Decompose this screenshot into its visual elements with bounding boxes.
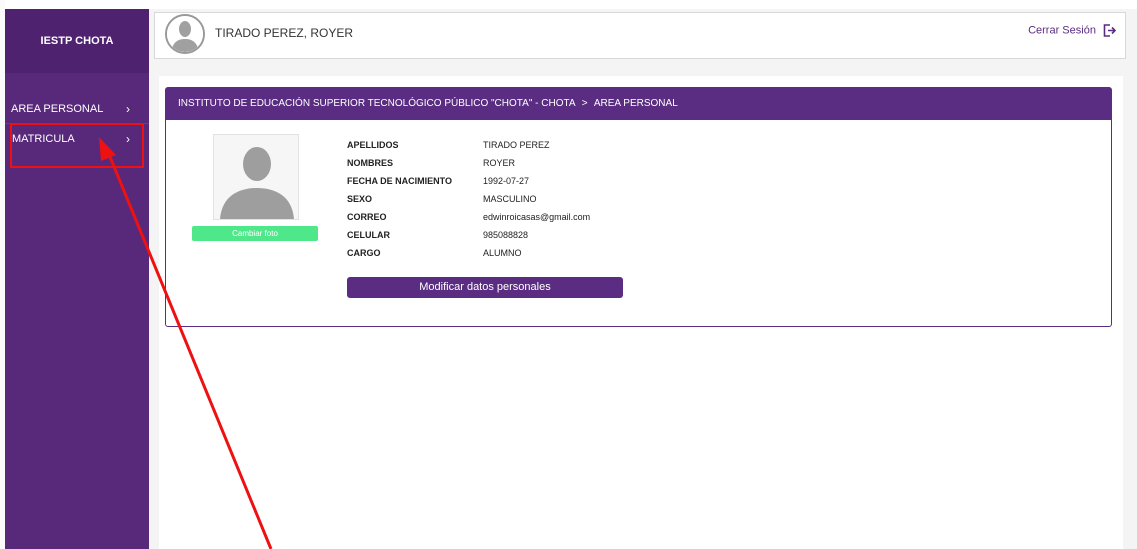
breadcrumb-institution: INSTITUTO DE EDUCACIÓN SUPERIOR TECNOLÓG…: [178, 98, 575, 109]
field-label: NOMBRES: [347, 158, 394, 168]
field-value: 1992-07-27: [483, 176, 530, 186]
top-header: TIRADO PEREZ, ROYER Cerrar Sesión: [154, 12, 1126, 59]
top-strip: [5, 0, 1137, 9]
sidebar-item-label: AREA PERSONAL: [11, 103, 104, 115]
field-label: FECHA DE NACIMIENTO: [347, 176, 453, 186]
logout-link[interactable]: Cerrar Sesión: [1028, 24, 1117, 37]
breadcrumb-section: AREA PERSONAL: [593, 98, 678, 109]
profile-photo: [213, 134, 299, 220]
chevron-right-icon: ›: [126, 102, 130, 116]
modify-personal-data-button[interactable]: Modificar datos personales: [347, 277, 623, 298]
personal-info-card: INSTITUTO DE EDUCACIÓN SUPERIOR TECNOLÓG…: [165, 87, 1112, 327]
annotation-highlight-box: [10, 123, 144, 168]
field-value: ALUMNO: [483, 248, 522, 258]
field-label: SEXO: [347, 194, 373, 204]
change-photo-button[interactable]: Cambiar foto: [192, 226, 318, 241]
field-value: edwinroicasas@gmail.com: [483, 212, 591, 222]
user-name: TIRADO PEREZ, ROYER: [215, 26, 354, 40]
field-value: ROYER: [483, 158, 516, 168]
field-label: CARGO: [347, 248, 381, 258]
breadcrumb-separator: >: [581, 98, 588, 109]
avatar: [165, 14, 205, 54]
sidebar-brand: IESTP CHOTA: [5, 9, 149, 73]
breadcrumb: INSTITUTO DE EDUCACIÓN SUPERIOR TECNOLÓG…: [166, 88, 1111, 120]
field-value: TIRADO PEREZ: [483, 140, 550, 150]
sidebar: IESTP CHOTA AREA PERSONAL › MATRICULA ›: [5, 9, 149, 549]
field-label: CELULAR: [347, 230, 390, 240]
field-label: APELLIDOS: [347, 140, 399, 150]
user-silhouette-icon: [214, 135, 298, 219]
field-value: MASCULINO: [483, 194, 537, 204]
logout-label: Cerrar Sesión: [1028, 24, 1096, 37]
logout-icon: [1103, 24, 1117, 37]
field-value: 985088828: [483, 230, 529, 240]
user-silhouette-icon: [167, 16, 203, 52]
field-label: CORREO: [347, 212, 387, 222]
sidebar-item-area-personal[interactable]: AREA PERSONAL ›: [5, 95, 149, 124]
